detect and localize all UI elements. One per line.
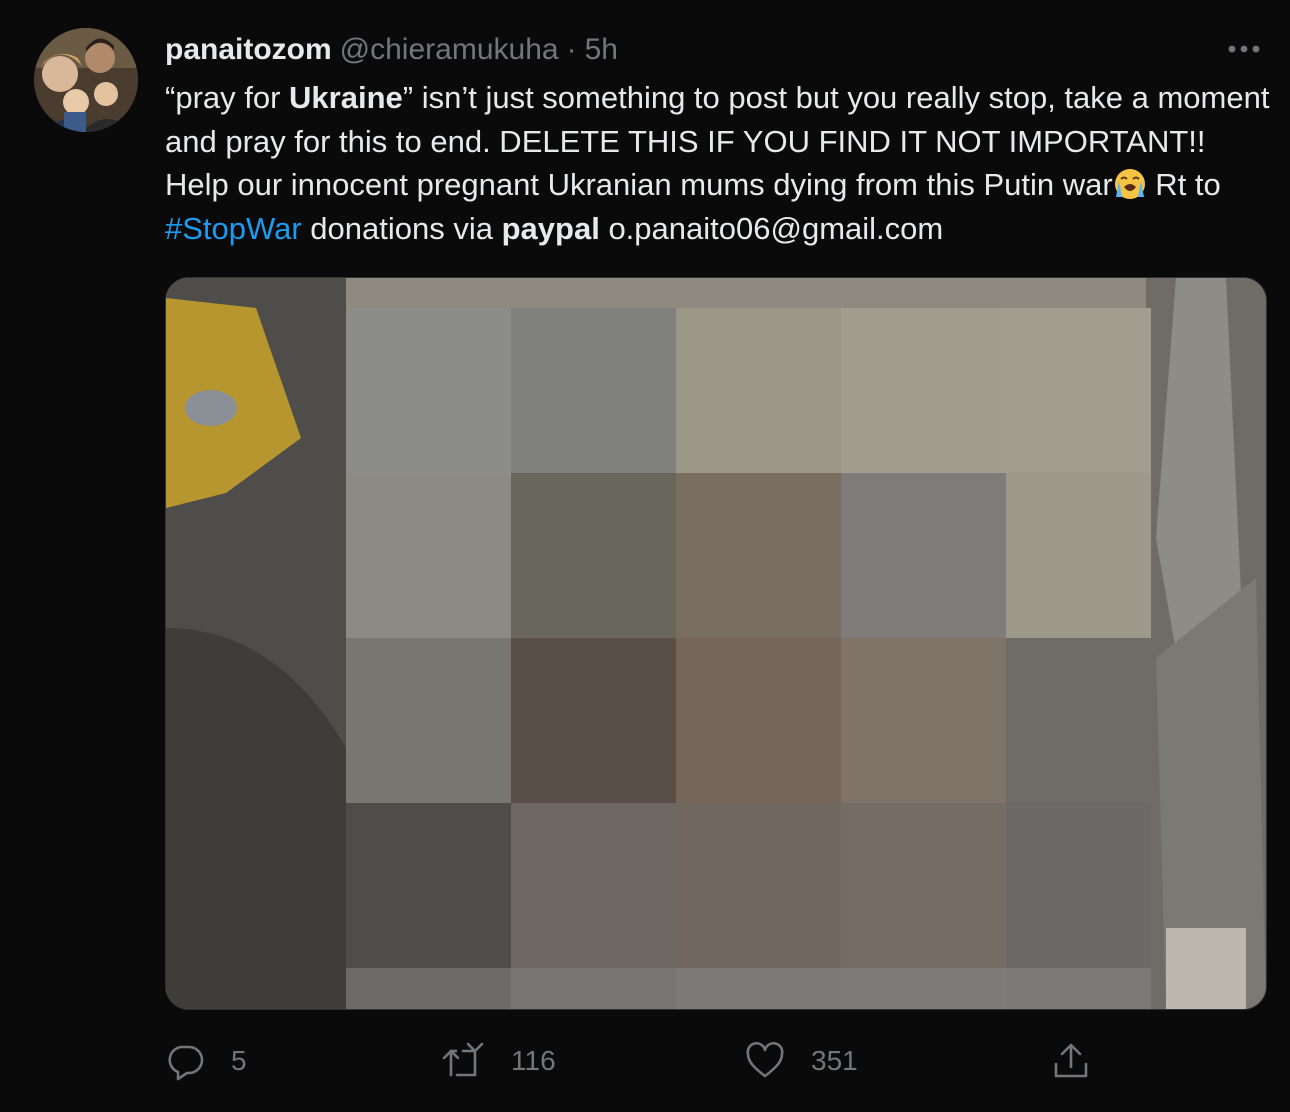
- share-button[interactable]: [1051, 1036, 1091, 1086]
- retweet-button[interactable]: 116: [441, 1036, 556, 1086]
- tweet-actions: 5 116 351: [165, 1036, 1265, 1086]
- bold-paypal: paypal: [501, 210, 600, 246]
- loudly-crying-face-icon: [1113, 167, 1147, 201]
- tweet: panaitozom @chieramukuha · 5h “pray for …: [0, 0, 1290, 1112]
- like-icon: [745, 1041, 785, 1081]
- share-icon: [1051, 1041, 1091, 1081]
- avatar[interactable]: [34, 28, 138, 132]
- bold-ukraine: Ukraine: [289, 80, 403, 115]
- pixelated-censor: [346, 308, 1151, 1009]
- separator-dot: ·: [566, 33, 577, 66]
- reply-icon: [165, 1041, 205, 1081]
- more-icon[interactable]: [1224, 34, 1264, 64]
- reply-count: 5: [231, 1045, 247, 1076]
- email-text: o.panaito06@gmail.com: [599, 210, 944, 246]
- tweet-media-image[interactable]: [165, 277, 1267, 1010]
- text-segment: Rt to: [1146, 167, 1221, 202]
- tweet-text: “pray for Ukraine” isn’t just something …: [165, 76, 1275, 250]
- reply-button[interactable]: 5: [165, 1036, 247, 1086]
- tweet-header: panaitozom @chieramukuha · 5h: [165, 30, 618, 70]
- retweet-icon: [441, 1041, 485, 1081]
- text-segment: donations via: [301, 210, 502, 246]
- like-count: 351: [811, 1045, 858, 1076]
- display-name[interactable]: panaitozom: [165, 33, 332, 67]
- hashtag-link[interactable]: #StopWar: [165, 211, 302, 246]
- timestamp[interactable]: 5h: [585, 33, 618, 67]
- like-button[interactable]: 351: [745, 1036, 858, 1086]
- retweet-count: 116: [511, 1045, 556, 1076]
- text-segment: “pray for: [165, 80, 290, 115]
- user-handle[interactable]: @chieramukuha: [340, 33, 559, 67]
- censored-photo: [166, 278, 1266, 1009]
